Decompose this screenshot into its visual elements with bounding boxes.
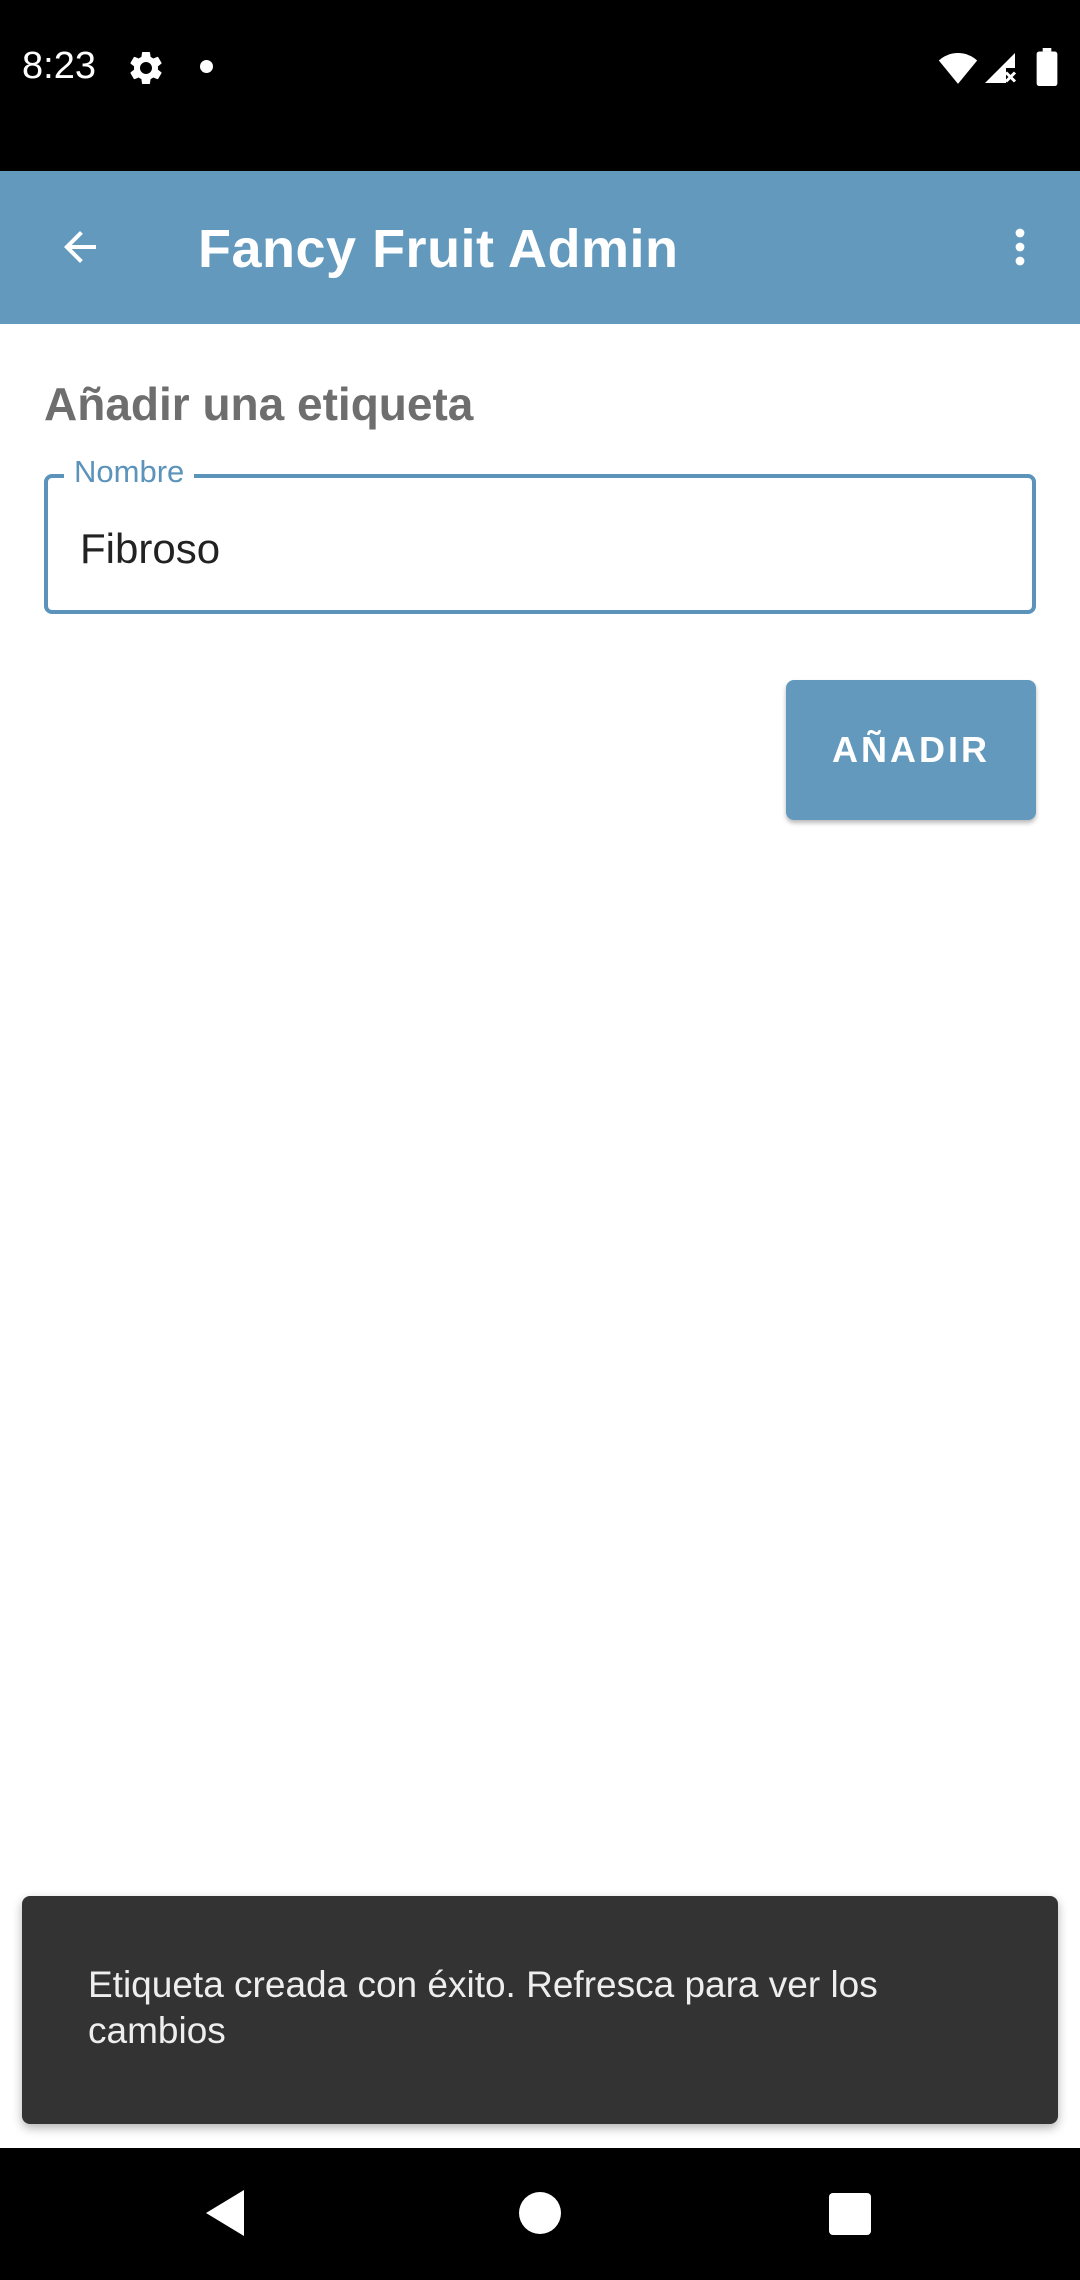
nav-back-icon[interactable] <box>204 2188 248 2238</box>
add-button[interactable]: AÑADIR <box>786 680 1036 820</box>
gear-icon <box>130 51 162 84</box>
arrow-back-icon <box>64 231 96 263</box>
snackbar: Etiqueta creada con éxito. Refresca para… <box>22 1896 1058 2124</box>
back-button[interactable] <box>40 207 120 287</box>
status-time: 8:23 <box>22 45 96 87</box>
snackbar-message: Etiqueta creada con éxito. Refresca para… <box>88 1964 878 2051</box>
wifi-icon <box>938 53 978 84</box>
nav-home-icon[interactable] <box>519 2192 561 2234</box>
more-vert-icon <box>1015 228 1025 266</box>
name-field[interactable]: Nombre Fibroso <box>44 452 1036 614</box>
form-heading: Añadir una etiqueta <box>44 378 474 430</box>
notification-dot-icon <box>200 60 213 73</box>
overflow-menu-button[interactable] <box>980 207 1060 287</box>
navigation-bar <box>0 2148 1080 2280</box>
signal-icon <box>985 53 1017 83</box>
screen: 8:23 Fancy Fruit Admin Añadir una etique… <box>0 0 1080 2280</box>
app-bar: Fancy Fruit Admin <box>0 171 1080 324</box>
name-field-label: Nombre <box>64 452 195 492</box>
app-title: Fancy Fruit Admin <box>198 219 679 279</box>
name-field-value[interactable]: Fibroso <box>80 524 220 574</box>
battery-icon <box>1036 48 1058 86</box>
status-bar: 8:23 <box>0 0 1080 171</box>
nav-recents-icon[interactable] <box>829 2193 871 2235</box>
